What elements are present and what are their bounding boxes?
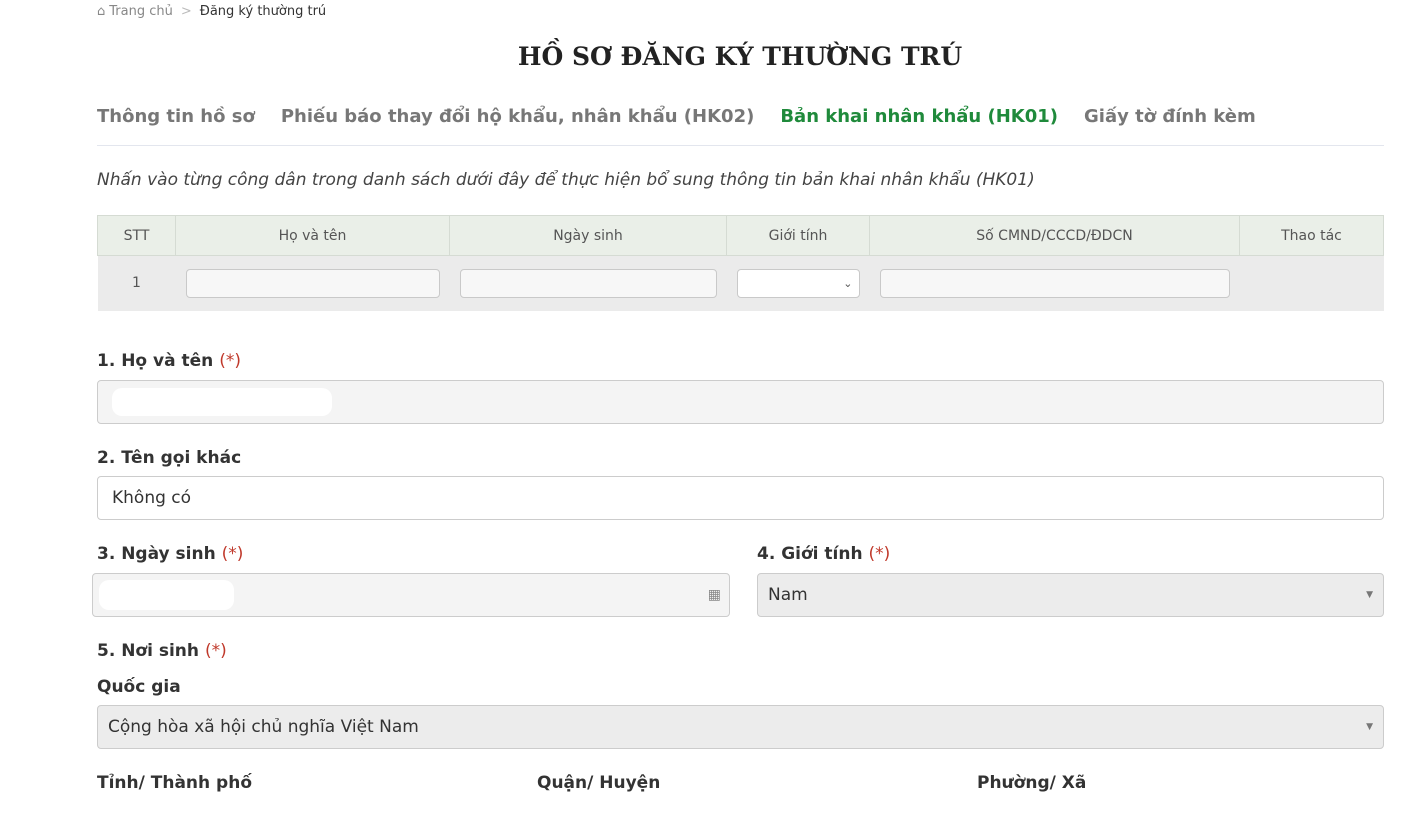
breadcrumb: ⌂ Trang chủ > Đăng ký thường trú	[97, 4, 326, 19]
country-value: Cộng hòa xã hội chủ nghĩa Việt Nam	[108, 717, 419, 737]
birthplace-label-text: 5. Nơi sinh	[97, 641, 200, 661]
redacted-block	[112, 388, 332, 416]
required-mark: (*)	[219, 351, 241, 371]
alias-input[interactable]: Không có	[97, 476, 1384, 520]
tab-bar: Thông tin hồ sơ Phiếu báo thay đổi hộ kh…	[97, 106, 1256, 127]
row-stt: 1	[97, 255, 176, 311]
breadcrumb-home[interactable]: Trang chủ	[109, 4, 173, 19]
tab-hk01[interactable]: Bản khai nhân khẩu (HK01)	[780, 106, 1058, 127]
ward-label: Phường/ Xã	[977, 773, 1087, 793]
name-label-text: 1. Họ và tên	[97, 351, 214, 371]
row-actions	[1239, 255, 1384, 311]
required-mark: (*)	[868, 544, 891, 564]
name-label: 1. Họ và tên (*)	[97, 351, 241, 371]
gender-value: Nam	[768, 585, 808, 605]
required-mark: (*)	[204, 641, 227, 661]
row-dob-input[interactable]	[459, 268, 717, 298]
province-label: Tỉnh/ Thành phố	[97, 773, 253, 793]
page-title: HỒ SƠ ĐĂNG KÝ THƯỜNG TRÚ	[517, 42, 963, 71]
home-icon: ⌂	[97, 4, 106, 19]
col-dob: Ngày sinh	[449, 215, 727, 256]
tab-giay-to[interactable]: Giấy tờ đính kèm	[1084, 106, 1256, 127]
district-label: Quận/ Huyện	[537, 773, 661, 793]
col-name: Họ và tên	[175, 215, 450, 256]
row-id-input[interactable]	[879, 268, 1230, 298]
col-gender: Giới tính	[726, 215, 870, 256]
breadcrumb-current: Đăng ký thường trú	[199, 4, 327, 19]
dob-label-text: 3. Ngày sinh	[97, 544, 216, 564]
gender-label-text: 4. Giới tính	[757, 544, 863, 564]
calendar-icon[interactable]: ▦	[708, 587, 721, 603]
caret-down-icon: ▼	[1366, 722, 1373, 732]
col-actions: Thao tác	[1239, 215, 1384, 256]
gender-label: 4. Giới tính (*)	[757, 544, 890, 564]
row-name-input[interactable]	[185, 268, 440, 298]
tab-thong-tin-ho-so[interactable]: Thông tin hồ sơ	[97, 106, 255, 127]
col-stt: STT	[97, 215, 176, 256]
gender-select[interactable]: Nam ▼	[757, 573, 1384, 617]
table-row[interactable]: 1 ⌄	[97, 255, 1384, 311]
row-gender-select[interactable]: ⌄	[736, 268, 860, 298]
breadcrumb-separator: >	[180, 4, 192, 19]
birthplace-label: 5. Nơi sinh (*)	[97, 641, 227, 661]
table-header: STT Họ và tên Ngày sinh Giới tính Số CMN…	[97, 215, 1384, 256]
alias-label: 2. Tên gọi khác	[97, 448, 242, 468]
tab-divider	[97, 145, 1384, 146]
country-select[interactable]: Cộng hòa xã hội chủ nghĩa Việt Nam ▼	[97, 705, 1384, 749]
dob-label: 3. Ngày sinh (*)	[97, 544, 243, 564]
required-mark: (*)	[221, 544, 244, 564]
country-label: Quốc gia	[97, 677, 181, 697]
tab-hk02[interactable]: Phiếu báo thay đổi hộ khẩu, nhân khẩu (H…	[281, 106, 755, 127]
caret-down-icon: ▼	[1366, 590, 1373, 600]
redacted-block	[99, 580, 234, 610]
hint-text: Nhấn vào từng công dân trong danh sách d…	[97, 170, 1035, 190]
dob-input[interactable]: ▦	[92, 573, 730, 617]
citizen-table: STT Họ và tên Ngày sinh Giới tính Số CMN…	[97, 215, 1384, 311]
name-input[interactable]	[97, 380, 1384, 424]
col-id: Số CMND/CCCD/ĐDCN	[869, 215, 1240, 256]
